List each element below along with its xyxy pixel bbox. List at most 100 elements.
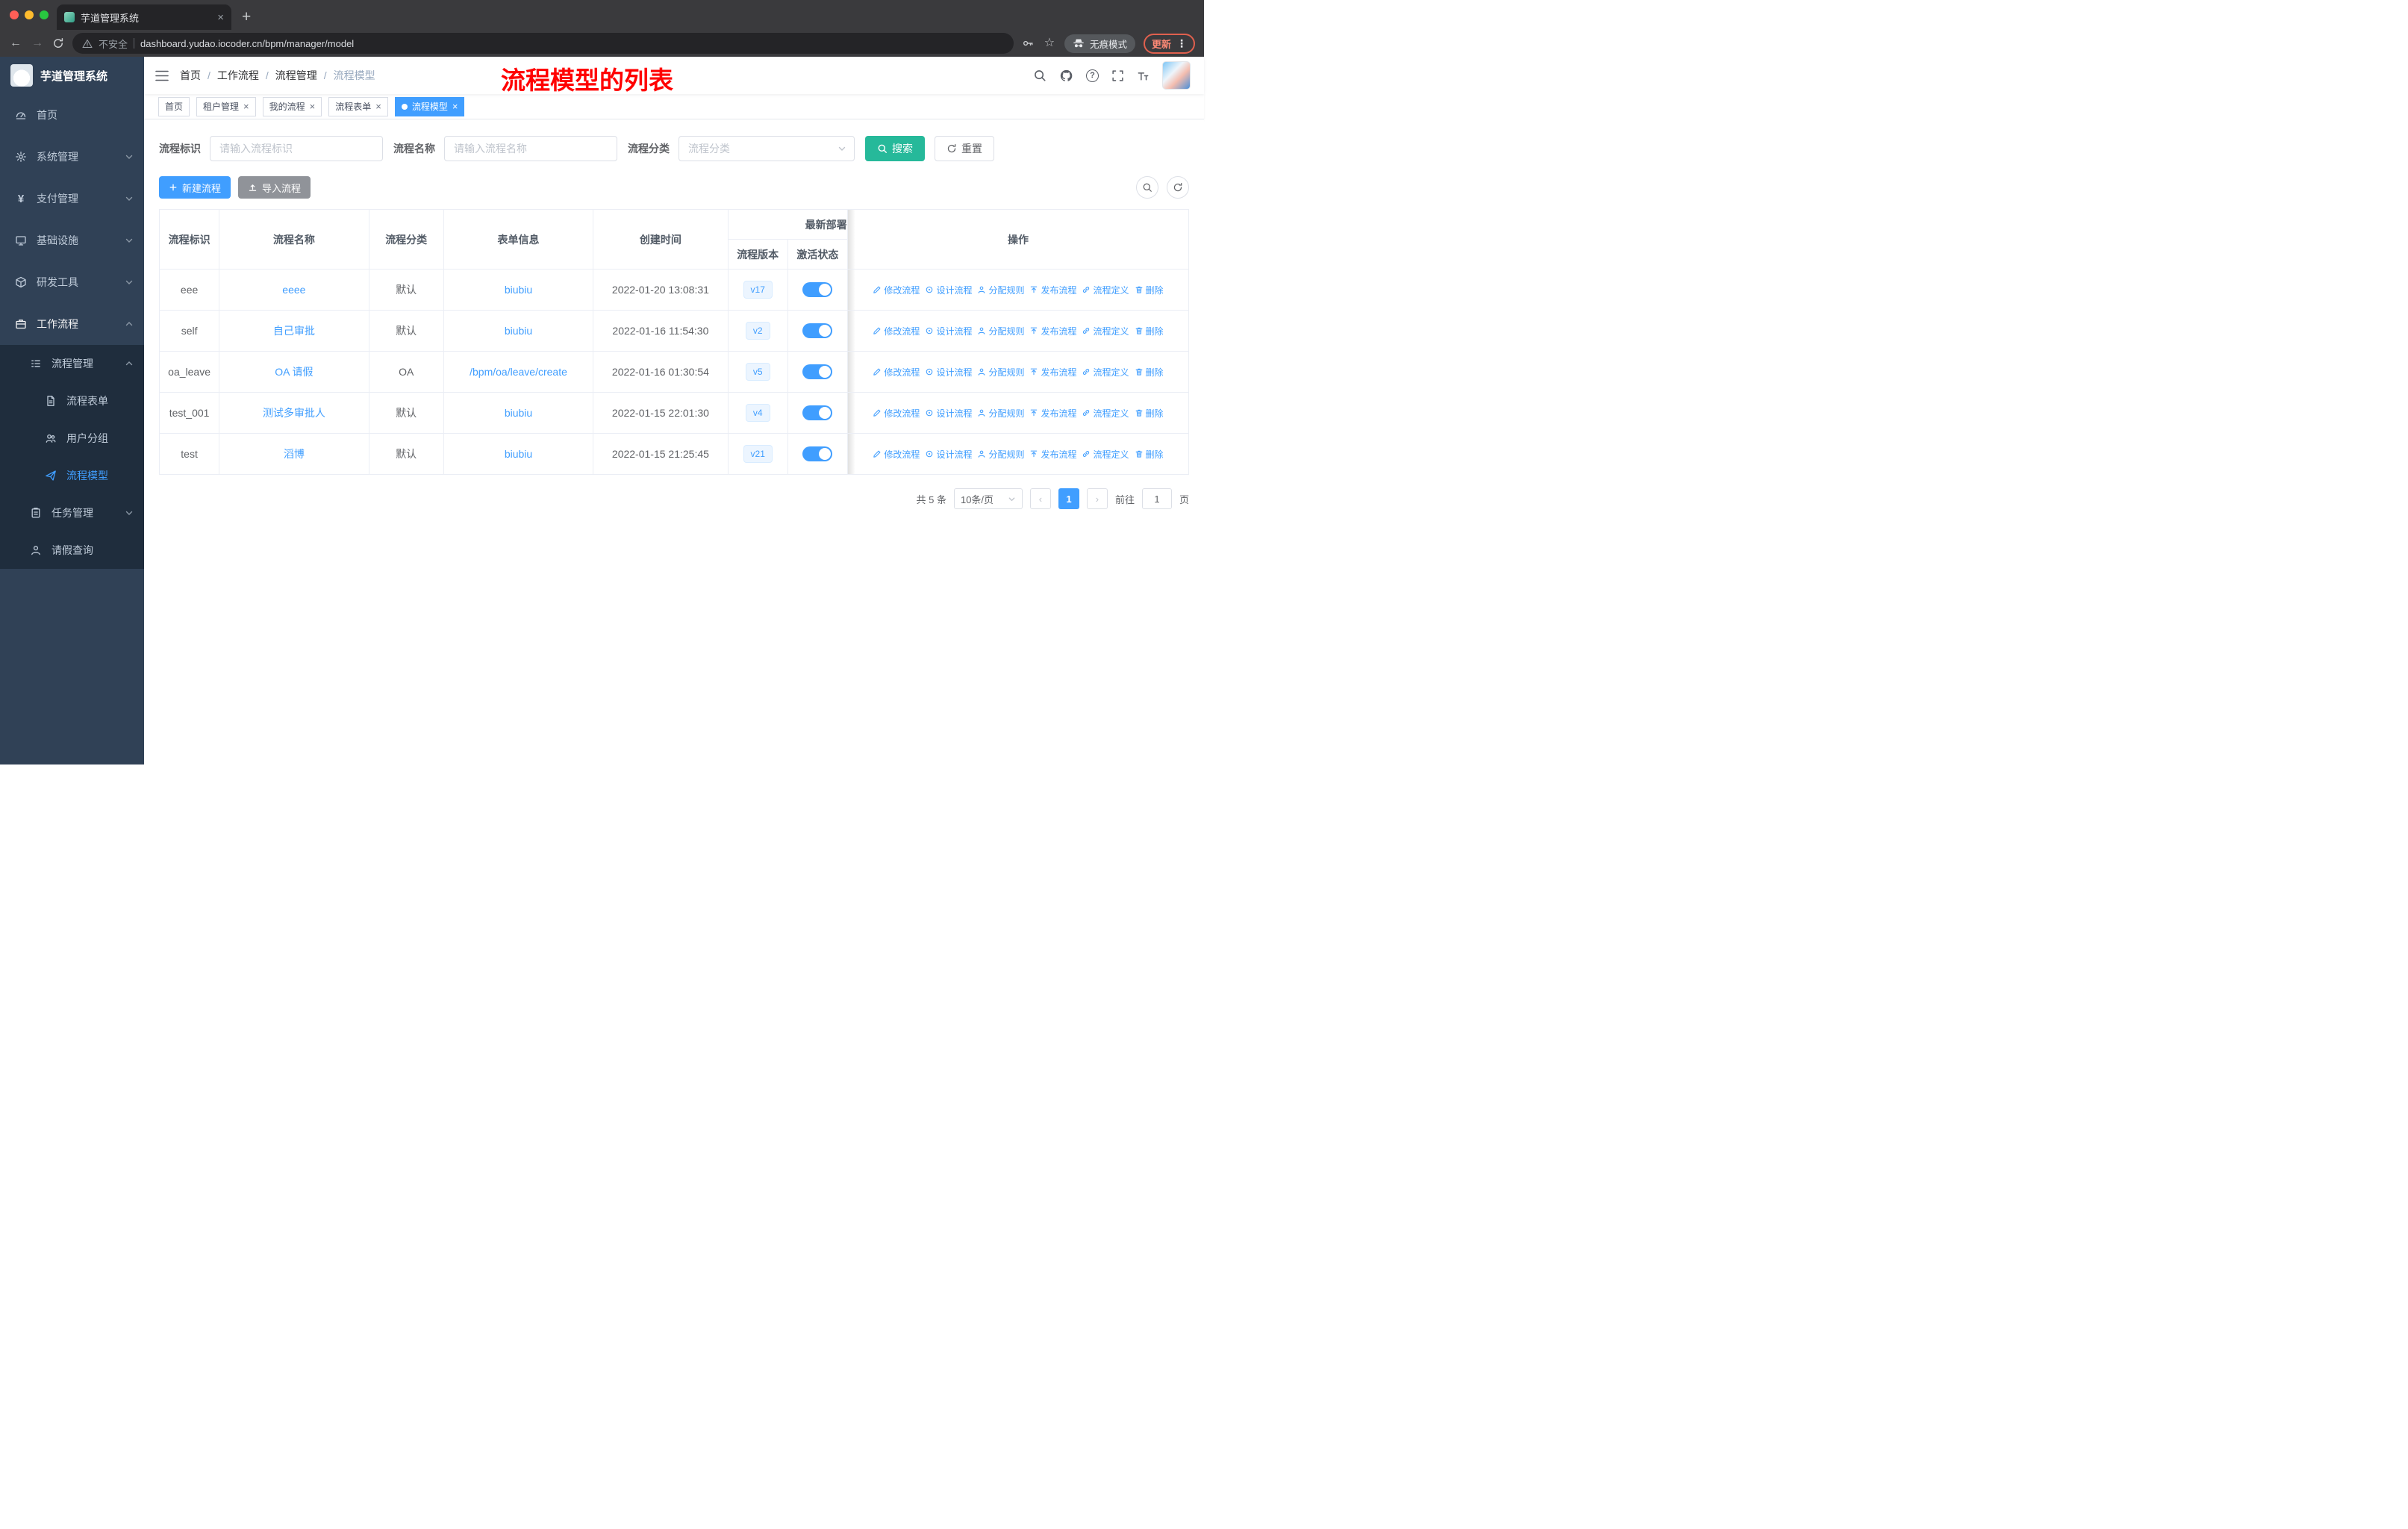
tag-process-form[interactable]: 流程表单 × [328, 96, 388, 116]
form-info-link[interactable]: biubiu [505, 407, 532, 419]
reset-button[interactable]: 重置 [935, 136, 994, 161]
process-name-link[interactable]: 测试多审批人 [263, 407, 325, 419]
process-category-select[interactable]: 流程分类 [679, 136, 855, 161]
action-delete[interactable]: 删除 [1135, 407, 1164, 420]
user-avatar[interactable] [1162, 61, 1191, 90]
minimize-window-button[interactable] [25, 10, 34, 19]
action-delete[interactable]: 删除 [1135, 284, 1164, 296]
page-size-select[interactable]: 10条/页 [953, 488, 1023, 509]
action-design-process[interactable]: 设计流程 [925, 407, 972, 420]
create-process-button[interactable]: 新建流程 [159, 176, 231, 199]
forward-icon[interactable]: → [31, 37, 44, 49]
sidebar-item-leave-query[interactable]: 请假查询 [0, 532, 144, 569]
active-toggle[interactable] [802, 323, 833, 338]
action-edit-process[interactable]: 修改流程 [873, 284, 920, 296]
action-edit-process[interactable]: 修改流程 [873, 325, 920, 337]
next-page-button[interactable]: › [1086, 488, 1108, 509]
active-toggle[interactable] [802, 405, 833, 420]
process-name-link[interactable]: OA 请假 [275, 366, 313, 378]
form-info-link[interactable]: biubiu [505, 448, 532, 460]
action-publish-process[interactable]: 发布流程 [1029, 448, 1076, 461]
action-process-definition[interactable]: 流程定义 [1082, 366, 1129, 379]
action-edit-process[interactable]: 修改流程 [873, 407, 920, 420]
tag-close-icon[interactable]: × [310, 102, 316, 111]
tag-close-icon[interactable]: × [375, 102, 381, 111]
tag-process-model[interactable]: 流程模型 × [394, 96, 465, 116]
active-toggle[interactable] [802, 446, 833, 461]
form-info-link[interactable]: /bpm/oa/leave/create [470, 366, 567, 378]
sidebar-item-payment[interactable]: ¥ 支付管理 [0, 178, 144, 219]
sidebar-item-user-group[interactable]: 用户分组 [0, 420, 144, 457]
action-process-definition[interactable]: 流程定义 [1082, 448, 1129, 461]
sidebar-item-system[interactable]: 系统管理 [0, 136, 144, 178]
tag-home[interactable]: 首页 [158, 96, 190, 116]
zoom-window-button[interactable] [40, 10, 49, 19]
breadcrumb-process-management[interactable]: 流程管理 [275, 68, 317, 83]
breadcrumb-home[interactable]: 首页 [180, 68, 201, 83]
search-button[interactable]: 搜索 [865, 136, 925, 161]
sidebar-item-task-management[interactable]: 任务管理 [0, 494, 144, 532]
action-assign-rules[interactable]: 分配规则 [977, 448, 1024, 461]
version-badge[interactable]: v4 [745, 404, 770, 422]
sidebar-item-home[interactable]: 首页 [0, 94, 144, 136]
current-page-button[interactable]: 1 [1058, 488, 1079, 509]
version-badge[interactable]: v21 [743, 445, 773, 463]
action-edit-process[interactable]: 修改流程 [873, 448, 920, 461]
form-info-link[interactable]: biubiu [505, 284, 532, 296]
tag-close-icon[interactable]: × [452, 102, 458, 111]
hamburger-icon[interactable] [155, 69, 169, 82]
process-name-link[interactable]: eeee [282, 284, 305, 296]
action-publish-process[interactable]: 发布流程 [1029, 366, 1076, 379]
action-process-definition[interactable]: 流程定义 [1082, 284, 1129, 296]
address-bar[interactable]: 不安全 dashboard.yudao.iocoder.cn/bpm/manag… [72, 33, 1014, 54]
sidebar-item-workflow[interactable]: 工作流程 [0, 303, 144, 345]
action-delete[interactable]: 删除 [1135, 366, 1164, 379]
font-size-icon[interactable] [1137, 69, 1150, 82]
active-toggle[interactable] [802, 364, 833, 379]
sidebar-item-devtools[interactable]: 研发工具 [0, 261, 144, 303]
process-name-link[interactable]: 自己审批 [273, 325, 315, 337]
action-delete[interactable]: 删除 [1135, 448, 1164, 461]
refresh-table-button[interactable] [1167, 176, 1189, 199]
action-publish-process[interactable]: 发布流程 [1029, 407, 1076, 420]
tag-close-icon[interactable]: × [243, 102, 249, 111]
active-toggle[interactable] [802, 282, 833, 297]
action-publish-process[interactable]: 发布流程 [1029, 325, 1076, 337]
fullscreen-icon[interactable] [1111, 69, 1124, 82]
sidebar-item-process-form[interactable]: 流程表单 [0, 382, 144, 420]
browser-menu-icon[interactable]: ⋮ [1176, 37, 1187, 50]
back-icon[interactable]: ← [9, 37, 22, 49]
password-key-icon[interactable] [1022, 37, 1035, 49]
update-browser-button[interactable]: 更新 ⋮ [1143, 33, 1195, 54]
browser-tab[interactable]: 芋道管理系统 × [57, 4, 231, 30]
github-icon[interactable] [1059, 69, 1073, 83]
breadcrumb-workflow[interactable]: 工作流程 [217, 68, 259, 83]
action-delete[interactable]: 删除 [1135, 325, 1164, 337]
sidebar-item-infrastructure[interactable]: 基础设施 [0, 219, 144, 261]
prev-page-button[interactable]: ‹ [1029, 488, 1051, 509]
action-assign-rules[interactable]: 分配规则 [977, 284, 1024, 296]
tab-close-icon[interactable]: × [217, 12, 224, 23]
tag-tenant-management[interactable]: 租户管理 × [196, 96, 256, 116]
version-badge[interactable]: v5 [745, 363, 770, 381]
show-search-button[interactable] [1136, 176, 1158, 199]
action-publish-process[interactable]: 发布流程 [1029, 284, 1076, 296]
action-process-definition[interactable]: 流程定义 [1082, 407, 1129, 420]
version-badge[interactable]: v2 [745, 322, 770, 340]
process-name-link[interactable]: 滔博 [284, 448, 305, 460]
new-tab-button[interactable]: + [242, 9, 251, 25]
action-assign-rules[interactable]: 分配规则 [977, 366, 1024, 379]
sidebar-item-process-model[interactable]: 流程模型 [0, 457, 144, 494]
goto-page-input[interactable] [1141, 488, 1172, 509]
action-design-process[interactable]: 设计流程 [925, 284, 972, 296]
form-info-link[interactable]: biubiu [505, 325, 532, 337]
import-process-button[interactable]: 导入流程 [238, 176, 311, 199]
close-window-button[interactable] [10, 10, 19, 19]
search-icon[interactable] [1033, 69, 1047, 82]
action-design-process[interactable]: 设计流程 [925, 366, 972, 379]
action-assign-rules[interactable]: 分配规则 [977, 325, 1024, 337]
action-process-definition[interactable]: 流程定义 [1082, 325, 1129, 337]
reload-icon[interactable] [52, 37, 64, 49]
action-edit-process[interactable]: 修改流程 [873, 366, 920, 379]
action-design-process[interactable]: 设计流程 [925, 448, 972, 461]
